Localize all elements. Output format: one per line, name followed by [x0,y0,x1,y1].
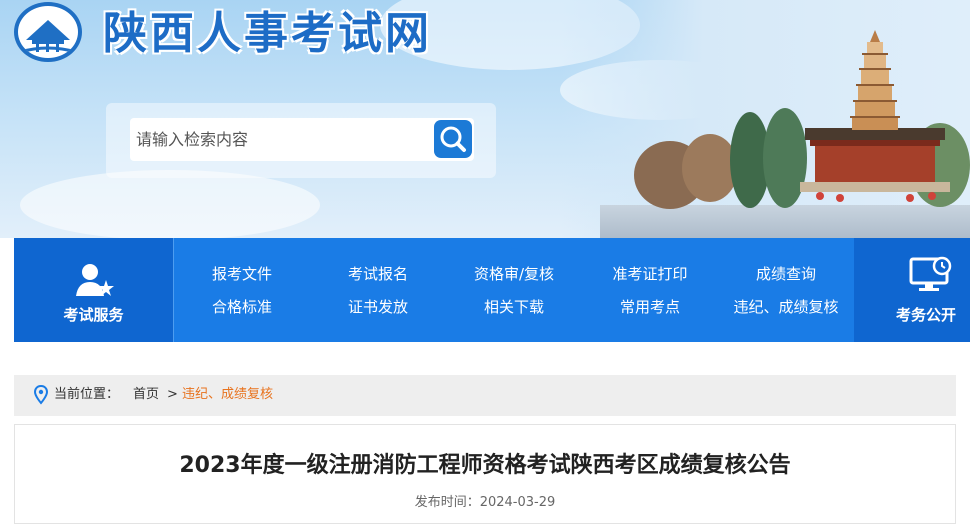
nav-item-changyong-kaodian[interactable]: 常用考点 [580,297,720,317]
nav-item-xiangguan-xiazai[interactable]: 相关下载 [444,297,584,317]
article-meta: 发布时间：2024-03-29 [15,491,955,510]
breadcrumb: 当前位置： 首页 > 违纪、成绩复核 [14,375,956,416]
search-button[interactable] [430,118,474,161]
monitor-clock-icon [908,256,954,294]
breadcrumb-prefix: 当前位置： [54,387,120,402]
exam-affairs-panel[interactable]: 考务公开 [854,238,970,342]
publish-date: 2024-03-29 [479,495,556,510]
breadcrumb-home[interactable]: 首页 [133,386,159,404]
search-input[interactable] [130,118,430,161]
breadcrumb-separator: > [167,387,178,402]
exam-affairs-label: 考务公开 [895,306,956,324]
landmark-scenery [560,0,970,238]
site-title[interactable]: 陕西人事考试网 [103,6,432,62]
nav-item-zhunkaozheng[interactable]: 准考证打印 [580,264,720,284]
location-pin-icon [33,384,49,411]
nav-item-kaoshi-baoming[interactable]: 考试报名 [308,264,448,284]
cloud-decoration [20,170,320,238]
nav-item-zige-shenhe[interactable]: 资格审/复核 [444,264,584,284]
main-nav: 考试服务 报考文件 考试报名 资格审/复核 准考证打印 成绩查询 合格标准 证书… [14,238,970,342]
nav-item-hege-biaozhun[interactable]: 合格标准 [172,297,312,317]
nav-item-weiji-fuhe[interactable]: 违纪、成绩复核 [716,297,856,317]
publish-date-label: 发布时间： [414,495,480,510]
exam-service-label: 考试服务 [63,306,124,324]
breadcrumb-current[interactable]: 违纪、成绩复核 [182,386,273,404]
user-service-icon [72,260,116,300]
nav-item-zhengshu-fafang[interactable]: 证书发放 [308,297,448,317]
nav-item-chengji-chaxun[interactable]: 成绩查询 [716,264,856,284]
article-panel: 2023年度一级注册消防工程师资格考试陕西考区成绩复核公告 发布时间：2024-… [14,424,956,524]
nav-divider [173,238,174,342]
article-title: 2023年度一级注册消防工程师资格考试陕西考区成绩复核公告 [179,453,791,478]
search-icon[interactable] [434,120,472,158]
exam-service-panel[interactable]: 考试服务 [14,238,173,342]
nav-item-baokao-wenjian[interactable]: 报考文件 [172,264,312,284]
site-emblem-icon[interactable] [14,2,82,62]
